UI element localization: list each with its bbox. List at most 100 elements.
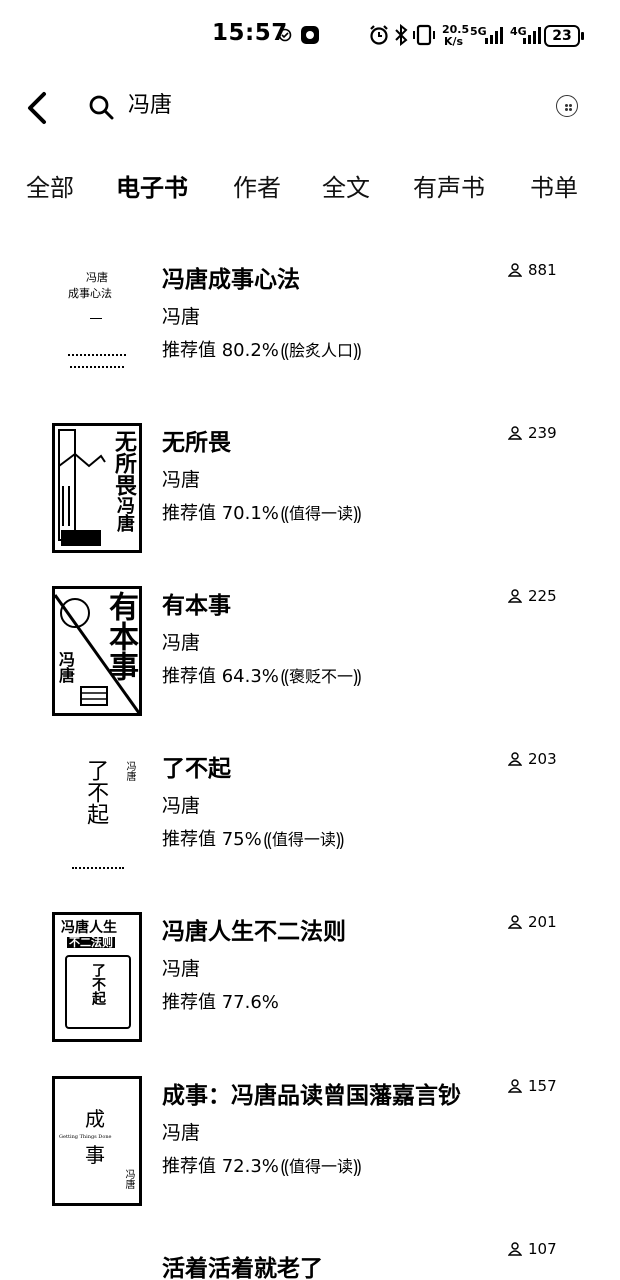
book-title: 活着活着就老了 [162,1256,323,1280]
cover-text: 冯唐人生 [61,920,117,936]
tab-audiobooks[interactable]: 有声书 [413,168,485,208]
clear-search-button[interactable] [556,95,578,117]
signal-2-icon [523,27,541,44]
book-title: 无所畏 [162,430,231,456]
laurel-left-icon: ⸨ [280,502,290,525]
rating-badge: ⸨ 值得一读 ⸩ [281,1154,361,1180]
laurel-left-icon: ⸨ [280,339,290,362]
book-result-item[interactable]: 冯唐 成事心法 冯唐成事心法 冯唐 推荐值 80.2% ⸨ 脍炙人口 ⸩ 881 [0,260,620,400]
rating-badge: ⸨ 值得一读 ⸩ [281,501,361,527]
reader-count: 239 [508,423,557,443]
cover-text: 冯唐 [123,1169,134,1189]
book-cover: 成 Getting Things Done 事 冯唐 [52,1076,142,1206]
book-author: 冯唐 [162,469,201,491]
cover-text: 了不起 [90,963,106,1005]
book-result-item[interactable]: 无所畏 冯唐 无所畏 冯唐 推荐值 70.1% ⸨ 值得一读 ⸩ 239 [0,423,620,563]
reader-count-value: 203 [528,750,557,768]
battery-indicator: 23 [544,25,584,47]
tab-fulltext[interactable]: 全文 [322,168,370,208]
recommend-value: 推荐值 80.2% [162,340,279,361]
laurel-left-icon: ⸨ [263,828,272,851]
cover-text: 成事心法 [68,287,112,300]
book-cover: 了不起 冯唐 [52,749,142,879]
reader-count: 203 [508,749,557,769]
reader-count-value: 107 [528,1240,557,1258]
book-author: 冯唐 [162,795,201,817]
recommend-row: 推荐值 72.3% ⸨ 值得一读 ⸩ [162,1154,361,1180]
laurel-right-icon: ⸩ [353,339,362,362]
laurel-right-icon: ⸩ [353,1155,362,1178]
book-author: 冯唐 [162,632,201,654]
reader-count: 881 [508,260,557,280]
status-bar: 15:57 20.5 K/s 5G 4G 23 [0,0,620,72]
reader-count-value: 201 [528,913,557,931]
book-title: 冯唐成事心法 [162,267,300,293]
search-icon [89,95,114,120]
cover-text: 冯唐 [124,761,135,781]
book-result-item[interactable]: 冯唐人生 不二法则 了不起 冯唐人生不二法则 冯唐 推荐值 77.6% 201 [0,912,620,1052]
book-author: 冯唐 [162,958,201,980]
book-title: 冯唐人生不二法则 [162,919,346,945]
book-result-item[interactable]: 了不起 冯唐 了不起 冯唐 推荐值 75% ⸨ 值得一读 ⸩ 203 [0,749,620,889]
reader-count: 157 [508,1076,557,1096]
alarm-clock-icon [370,25,388,45]
tab-all[interactable]: 全部 [26,168,74,208]
app-notification-icon [301,26,319,44]
book-cover: 冯唐 成事心法 [52,260,142,390]
rating-badge: ⸨ 脍炙人口 ⸩ [281,338,361,364]
book-title: 成事：冯唐品读曾国藩嘉言钞 [162,1083,461,1109]
search-input[interactable]: 冯唐 [128,90,172,122]
reader-count-value: 225 [528,587,557,605]
book-result-item[interactable]: 有本事 冯唐 有本事 冯唐 推荐值 64.3% ⸨ 褒贬不一 ⸩ 225 [0,586,620,726]
person-icon [508,426,522,440]
cover-text: 事 [85,1143,105,1167]
badge-label: 值得一读 [271,830,336,849]
book-cover [52,1239,142,1280]
book-title: 有本事 [162,593,231,619]
book-result-item[interactable]: 活着活着就老了 107 [0,1239,620,1280]
person-icon [508,263,522,277]
cover-text: 冯唐 [56,651,75,683]
vibrate-icon [413,24,435,46]
reader-count: 225 [508,586,557,606]
recommend-row: 推荐值 80.2% ⸨ 脍炙人口 ⸩ [162,338,361,364]
alarm-small-icon [278,28,292,42]
back-button[interactable] [20,88,56,128]
person-icon [508,915,522,929]
cover-text: 不二法则 [67,936,115,949]
recommend-value: 推荐值 72.3% [162,1156,279,1177]
book-cover: 冯唐人生 不二法则 了不起 [52,912,142,1042]
reader-count-value: 239 [528,424,557,442]
book-cover: 有本事 冯唐 [52,586,142,716]
person-icon [508,752,522,766]
badge-label: 褒贬不一 [289,667,354,686]
tab-ebooks[interactable]: 电子书 [116,168,188,208]
recommend-row: 推荐值 77.6% [162,990,279,1016]
cover-text: Getting Things Done [59,1134,112,1140]
recommend-value: 推荐值 64.3% [162,666,279,687]
book-result-item[interactable]: 成 Getting Things Done 事 冯唐 成事：冯唐品读曾国藩嘉言钞… [0,1076,620,1216]
cover-text: 无所畏 [111,430,137,496]
tab-booklists[interactable]: 书单 [530,168,578,208]
cover-text: 冯唐 [114,496,135,532]
recommend-value: 推荐值 75% [162,829,262,850]
badge-label: 脍炙人口 [289,341,354,360]
laurel-left-icon: ⸨ [280,665,290,688]
rating-badge: ⸨ 值得一读 ⸩ [264,827,344,853]
cover-text: 冯唐 [86,271,108,284]
recommend-row: 推荐值 64.3% ⸨ 褒贬不一 ⸩ [162,664,361,690]
net-speed: 20.5 [442,23,470,36]
laurel-right-icon: ⸩ [353,665,362,688]
badge-label: 值得一读 [289,504,354,523]
cover-text: 了不起 [83,759,109,825]
laurel-right-icon: ⸩ [353,502,362,525]
person-icon [508,589,522,603]
reader-count-value: 157 [528,1077,557,1095]
tab-authors[interactable]: 作者 [233,168,281,208]
bluetooth-icon [395,24,408,46]
laurel-left-icon: ⸨ [280,1155,290,1178]
category-tabs: 全部 电子书 作者 全文 有声书 书单 [0,168,620,212]
book-author: 冯唐 [162,1122,201,1144]
laurel-right-icon: ⸩ [335,828,345,851]
signal-icon [485,27,503,44]
